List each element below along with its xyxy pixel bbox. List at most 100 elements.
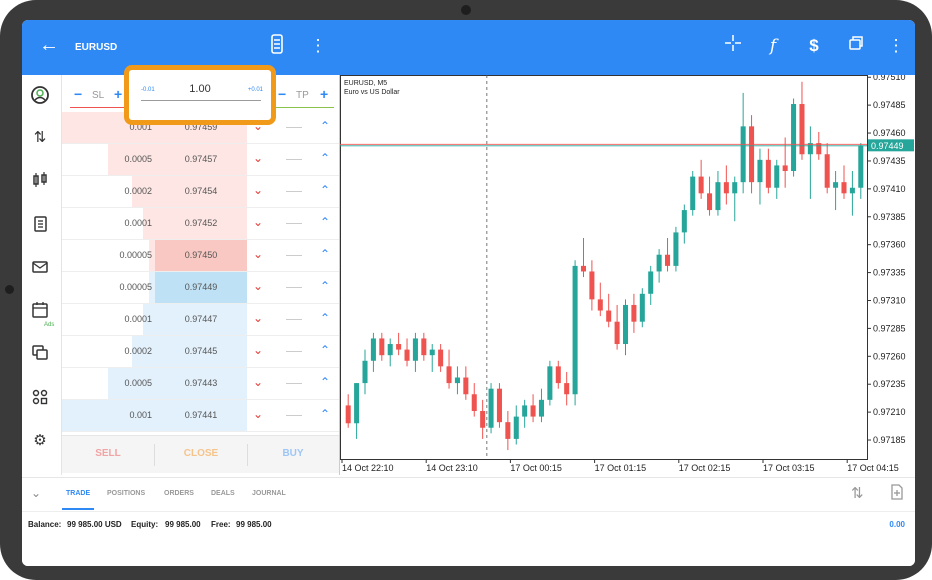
dom-row[interactable]: 0.00005 0.97449 ⌄ ⌃ xyxy=(62,272,339,304)
sell-limit-icon[interactable]: ⌄ xyxy=(253,343,263,357)
chart-canvas[interactable]: 0.97510 0.97485 0.97460 0.97435 0.97410 0.973… xyxy=(340,75,915,475)
candle-body xyxy=(438,349,444,367)
sell-limit-icon[interactable]: ⌄ xyxy=(253,151,263,165)
tab-positions[interactable]: POSITIONS xyxy=(107,490,145,497)
dom-volume: 0.0002 xyxy=(124,346,152,356)
volume-field[interactable]: -0.01 1.00 +0.01 xyxy=(124,65,276,125)
back-arrow-icon[interactable]: ← xyxy=(39,34,61,56)
chat-icon[interactable] xyxy=(29,344,51,366)
buy-limit-icon[interactable]: ⌃ xyxy=(320,247,330,261)
dom-volume: 0.0002 xyxy=(124,186,152,196)
sort-icon[interactable]: ⇅ xyxy=(851,484,864,502)
calendar-icon[interactable] xyxy=(29,301,51,323)
balance-value: 99 985.00 USD xyxy=(67,520,122,529)
candle-body xyxy=(715,182,721,211)
trade-icon[interactable]: ⇅ xyxy=(29,127,51,149)
close-button[interactable]: CLOSE xyxy=(155,448,247,459)
candle-body xyxy=(858,145,864,188)
dom-row[interactable]: 0.001 0.97441 ⌄ ⌃ xyxy=(62,400,339,432)
candle-body xyxy=(749,126,755,183)
y-tick-label: 0.97360 xyxy=(873,240,906,250)
sell-limit-icon[interactable]: ⌄ xyxy=(253,311,263,325)
dom-volume: 0.0001 xyxy=(124,314,152,324)
candle-body xyxy=(732,182,738,194)
buy-limit-icon[interactable]: ⌃ xyxy=(320,407,330,421)
candle-body xyxy=(463,377,469,395)
buy-button[interactable]: BUY xyxy=(247,448,339,459)
tp-field[interactable]: − TP + xyxy=(274,84,334,108)
sl-minus-button[interactable]: − xyxy=(74,86,82,102)
candle-body xyxy=(454,377,460,384)
tab-deals[interactable]: DEALS xyxy=(211,490,235,497)
more-vert-icon[interactable]: ⋮ xyxy=(884,34,908,58)
chevron-down-icon[interactable]: ⌄ xyxy=(31,486,41,500)
community-icon[interactable] xyxy=(29,388,51,410)
candle-body xyxy=(807,143,813,155)
dom-price: 0.97441 xyxy=(184,410,218,420)
candle-body xyxy=(648,271,654,294)
sl-field[interactable]: − SL + xyxy=(70,84,128,108)
account-status: Balance: 99 985.00 USD Equity: 99 985.00… xyxy=(22,511,915,535)
volume-plus-button[interactable]: +0.01 xyxy=(248,87,263,93)
quotes-icon[interactable] xyxy=(29,84,51,106)
sell-limit-icon[interactable]: ⌄ xyxy=(253,183,263,197)
dom-price: 0.97454 xyxy=(184,186,218,196)
dom-row[interactable]: 0.0005 0.97457 ⌄ ⌃ xyxy=(62,144,339,176)
candle-body xyxy=(681,210,687,233)
dom-price: 0.97452 xyxy=(184,218,218,228)
dom-row[interactable]: 0.0002 0.97445 ⌄ ⌃ xyxy=(62,336,339,368)
chart-icon[interactable] xyxy=(29,171,51,193)
price-chart[interactable]: 0.97510 0.97485 0.97460 0.97435 0.97410 0.973… xyxy=(339,75,915,475)
candle-body xyxy=(765,159,771,188)
buy-limit-icon[interactable]: ⌃ xyxy=(320,375,330,389)
x-tick-label: 17 Oct 03:15 xyxy=(763,463,815,473)
sell-limit-icon[interactable]: ⌄ xyxy=(253,215,263,229)
tab-trade[interactable]: TRADE xyxy=(66,490,90,497)
buy-limit-icon[interactable]: ⌃ xyxy=(320,183,330,197)
tp-plus-button[interactable]: + xyxy=(320,86,328,102)
divider xyxy=(286,319,302,320)
one-click-trading-icon[interactable] xyxy=(265,34,289,58)
candle-body xyxy=(774,165,780,188)
buy-limit-icon[interactable]: ⌃ xyxy=(320,215,330,229)
tab-orders[interactable]: ORDERS xyxy=(164,490,194,497)
indicators-icon[interactable]: f xyxy=(761,34,785,58)
y-tick-label: 0.97460 xyxy=(873,128,906,138)
divider xyxy=(286,191,302,192)
sl-plus-button[interactable]: + xyxy=(114,86,122,102)
new-order-icon[interactable] xyxy=(890,484,904,504)
dom-row[interactable]: 0.00005 0.97450 ⌄ ⌃ xyxy=(62,240,339,272)
sell-limit-icon[interactable]: ⌄ xyxy=(253,247,263,261)
dom-row[interactable]: 0.0001 0.97452 ⌄ ⌃ xyxy=(62,208,339,240)
candle-body xyxy=(572,265,578,395)
buy-limit-icon[interactable]: ⌃ xyxy=(320,311,330,325)
trade-symbol-icon[interactable]: $ xyxy=(802,34,826,58)
sell-button[interactable]: SELL xyxy=(62,448,154,459)
sell-limit-icon[interactable]: ⌄ xyxy=(253,375,263,389)
tab-journal[interactable]: JOURNAL xyxy=(252,490,286,497)
crosshair-icon[interactable] xyxy=(721,34,745,58)
candle-body xyxy=(446,366,452,384)
messages-icon[interactable] xyxy=(29,258,51,280)
more-vert-icon[interactable]: ⋮ xyxy=(306,34,330,58)
settings-icon[interactable]: ⚙ xyxy=(29,430,51,452)
free-value: 99 985.00 xyxy=(236,520,272,529)
candle-body xyxy=(505,422,511,439)
tp-minus-button[interactable]: − xyxy=(278,86,286,102)
sell-limit-icon[interactable]: ⌄ xyxy=(253,407,263,421)
windows-icon[interactable] xyxy=(844,34,868,58)
candle-body xyxy=(791,104,797,171)
symbol-title[interactable]: EURUSD xyxy=(75,42,117,53)
candle-body xyxy=(816,143,822,155)
buy-limit-icon[interactable]: ⌃ xyxy=(320,119,330,133)
dom-row[interactable]: 0.0001 0.97447 ⌄ ⌃ xyxy=(62,304,339,336)
dom-row[interactable]: 0.0005 0.97443 ⌄ ⌃ xyxy=(62,368,339,400)
buy-limit-icon[interactable]: ⌃ xyxy=(320,343,330,357)
dom-row[interactable]: 0.0002 0.97454 ⌄ ⌃ xyxy=(62,176,339,208)
buy-limit-icon[interactable]: ⌃ xyxy=(320,151,330,165)
candle-body xyxy=(690,176,696,211)
sell-limit-icon[interactable]: ⌄ xyxy=(253,279,263,293)
equity-label: Equity: xyxy=(131,520,159,529)
buy-limit-icon[interactable]: ⌃ xyxy=(320,279,330,293)
history-icon[interactable] xyxy=(29,215,51,237)
